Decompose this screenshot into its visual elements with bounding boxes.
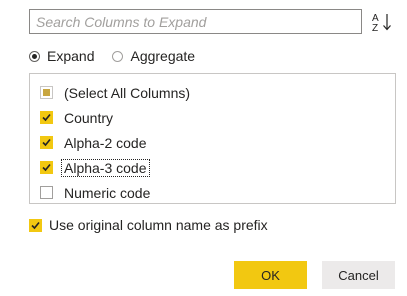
checkbox-checked-icon (40, 111, 53, 124)
svg-text:Z: Z (372, 23, 378, 33)
list-item-select-all[interactable]: (Select All Columns) (30, 80, 395, 105)
sort-az-button[interactable]: A Z (369, 10, 395, 34)
sort-az-icon: A Z (372, 13, 391, 33)
list-item-numeric-code[interactable]: Numeric code (30, 180, 395, 205)
cancel-button[interactable]: Cancel (322, 261, 395, 289)
search-columns-input[interactable] (30, 10, 361, 33)
list-item-country[interactable]: Country (30, 105, 395, 130)
prefix-checkbox[interactable]: Use original column name as prefix (29, 215, 268, 235)
aggregate-radio[interactable]: Aggregate (112, 48, 195, 64)
checkbox-checked-icon (40, 161, 53, 174)
search-columns-box[interactable] (29, 9, 362, 34)
checkbox-checked-icon (29, 218, 42, 232)
column-list: (Select All Columns) Country Alpha-2 cod… (29, 73, 396, 204)
checkbox-checked-icon (40, 136, 53, 149)
mode-radio-group: Expand Aggregate (29, 46, 213, 66)
aggregate-radio-label: Aggregate (130, 48, 196, 64)
prefix-checkbox-label: Use original column name as prefix (49, 217, 268, 233)
list-item-label: Country (64, 109, 114, 126)
expand-radio-label: Expand (47, 48, 95, 64)
ok-button[interactable]: OK (234, 261, 307, 289)
checkbox-unchecked-icon (40, 186, 53, 199)
list-item-label: Numeric code (64, 184, 151, 201)
list-item-alpha-2-code[interactable]: Alpha-2 code (30, 130, 395, 155)
radio-selected-icon (29, 50, 40, 62)
checkbox-indeterminate-icon (40, 86, 53, 99)
list-item-label: Alpha-3 code (61, 158, 150, 177)
list-item-label: (Select All Columns) (64, 84, 191, 101)
radio-unselected-icon (112, 50, 124, 62)
expand-radio[interactable]: Expand (29, 48, 94, 64)
list-item-alpha-3-code[interactable]: Alpha-3 code (30, 155, 395, 180)
list-item-label: Alpha-2 code (64, 134, 147, 151)
